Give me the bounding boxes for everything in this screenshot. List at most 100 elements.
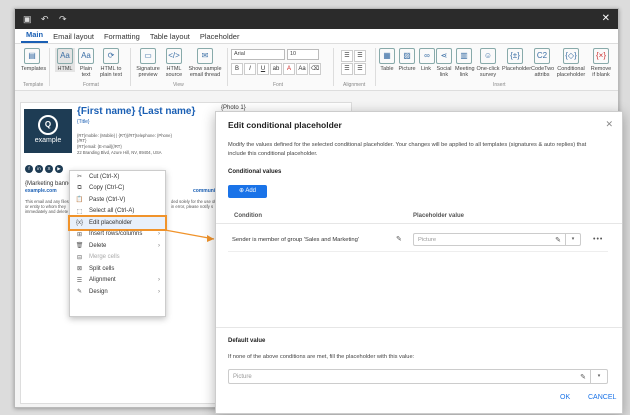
add-condition-button[interactable]: ⊕ Add <box>228 185 267 198</box>
company-logo: Qexample <box>24 109 72 153</box>
picture-button[interactable]: ▨ Picture <box>398 48 416 72</box>
bold-button[interactable]: B <box>231 63 243 75</box>
title-placeholder[interactable]: {Title} <box>77 119 90 125</box>
menu-item-alignment[interactable]: ☰ Alignment › <box>70 275 165 287</box>
share-icon: ⋖ <box>436 48 452 64</box>
menu-item-insert-rows[interactable]: ⊞ Insert rows/columns › <box>70 229 165 241</box>
close-window-button[interactable]: ✕ <box>602 13 610 24</box>
close-icon[interactable]: ✕ <box>605 119 613 130</box>
justify-button[interactable]: ☰ <box>354 63 366 75</box>
value-column-header: Placeholder value <box>413 213 465 219</box>
menu-item-paste[interactable]: 📋 Paste (Ctrl-V) <box>70 194 165 206</box>
signature-preview-button[interactable]: ▭ Signature preview <box>135 48 161 78</box>
ok-button[interactable]: OK <box>560 394 570 401</box>
condition-column-header: Condition <box>234 213 262 219</box>
plain-text-icon: Aa <box>78 48 94 64</box>
table-button[interactable]: ▦ Table <box>379 48 395 72</box>
font-size-select[interactable]: 10 <box>287 49 319 60</box>
font-color-button[interactable]: A <box>283 63 295 75</box>
italic-button[interactable]: I <box>244 63 256 75</box>
email-thread-icon: ✉ <box>197 48 213 64</box>
alignment-icon: ☰ <box>76 277 83 284</box>
more-options-icon[interactable]: ••• <box>593 236 603 243</box>
edit-default-icon[interactable]: ✎ <box>580 370 586 385</box>
paste-icon: 📋 <box>75 197 84 204</box>
context-menu: ✂ Cut (Ctrl-X) ⧉ Copy (Ctrl-C) 📋 Paste (Ctr… <box>68 170 167 317</box>
placeholder-value-field[interactable]: Picture ✎ ▾ <box>413 233 581 246</box>
remove-if-blank-button[interactable]: {×} Remove if blank <box>589 48 613 78</box>
split-icon: ⊠ <box>76 266 83 273</box>
edit-value-icon[interactable]: ✎ <box>555 234 561 247</box>
plain-text-button[interactable]: Aa Plain text <box>77 48 95 78</box>
site-link[interactable]: example.com <box>25 189 57 194</box>
survey-button[interactable]: ☺ One-click survey <box>476 48 500 78</box>
chevron-down-icon[interactable]: ▾ <box>565 234 580 245</box>
strikethrough-button[interactable]: ab <box>270 63 282 75</box>
address-line[interactable]: 22 Branding Blvd, Azure Hill, NV, 89404,… <box>77 150 162 155</box>
conditional-icon: {◇} <box>563 48 579 64</box>
menu-item-edit-placeholder[interactable]: {x} Edit placeholder <box>68 215 167 231</box>
menu-item-delete[interactable]: 🗑 Delete › <box>70 240 165 252</box>
edit-condition-icon[interactable]: ✎ <box>396 235 402 243</box>
show-sample-button[interactable]: ✉ Show sample email thread <box>187 48 223 78</box>
html-icon: Aa <box>57 48 73 64</box>
delete-icon: 🗑 <box>75 243 84 250</box>
link-button[interactable]: ∞ Link <box>419 48 435 72</box>
title-bar: ▣ ↶ ↷ ✕ <box>15 9 618 29</box>
html-button[interactable]: Aa HTML <box>55 48 75 72</box>
chevron-down-icon[interactable]: ▾ <box>590 370 607 383</box>
linkedin-icon[interactable]: in <box>35 165 43 173</box>
name-placeholder[interactable]: {First name} {Last name} <box>77 106 195 117</box>
conditional-placeholder-button[interactable]: {◇} Conditional placeholder <box>556 48 586 78</box>
youtube-icon[interactable]: ▶ <box>55 165 63 173</box>
phone-line-end[interactable]: {/RT} <box>77 138 86 143</box>
group-format: Format <box>83 82 99 88</box>
phone-line[interactable]: {RT}mobile: {Mobile} | {RT}{/RT}telephon… <box>77 133 172 138</box>
menu-item-select-all[interactable]: ⬚ Select all (Ctrl-A) <box>70 206 165 218</box>
social-link-button[interactable]: ⋖ Social link <box>436 48 452 78</box>
default-value-description: If none of the above conditions are met,… <box>228 354 415 360</box>
undo-icon[interactable]: ↶ <box>41 14 51 24</box>
calendar-icon: ▥ <box>456 48 472 64</box>
codetwo-attribs-button[interactable]: C2 CodeTwo attribs <box>531 48 554 78</box>
menu-item-copy[interactable]: ⧉ Copy (Ctrl-C) <box>70 183 165 195</box>
tab-email-layout[interactable]: Email layout <box>48 32 99 43</box>
redo-icon[interactable]: ↷ <box>59 14 69 24</box>
survey-icon: ☺ <box>480 48 496 64</box>
align-left-button[interactable]: ☰ <box>341 50 353 62</box>
html-source-button[interactable]: </> HTML source <box>163 48 185 78</box>
align-center-button[interactable]: ☰ <box>341 63 353 75</box>
cancel-button[interactable]: CANCEL <box>588 394 616 401</box>
tab-main[interactable]: Main <box>21 30 49 43</box>
html-to-plain-button[interactable]: ⟳ HTML to plain text <box>98 48 124 78</box>
chevron-right-icon: › <box>158 288 160 295</box>
facebook-icon[interactable]: f <box>25 165 33 173</box>
placeholder-button[interactable]: {±} Placeholder <box>502 48 531 72</box>
dialog-title: Edit conditional placeholder <box>228 120 342 130</box>
ribbon: ▤ Templates Aa HTML Aa Plain text ⟳ HTML to … <box>15 44 618 91</box>
placeholder-icon: {±} <box>507 48 523 64</box>
menu-item-cut[interactable]: ✂ Cut (Ctrl-X) <box>70 171 165 183</box>
align-right-button[interactable]: ☰ <box>354 50 366 62</box>
group-alignment: Alignment <box>343 82 366 88</box>
save-icon[interactable]: ▣ <box>23 14 33 24</box>
condition-text: Sender is member of group 'Sales and Mar… <box>232 237 359 243</box>
underline-button[interactable]: U <box>257 63 269 75</box>
chevron-right-icon: › <box>158 242 160 249</box>
menu-item-split-cells[interactable]: ⊠ Split cells <box>70 263 165 275</box>
tab-formatting[interactable]: Formatting <box>99 32 145 43</box>
tab-placeholder[interactable]: Placeholder <box>195 32 245 43</box>
x-icon[interactable]: X <box>45 165 53 173</box>
email-line[interactable]: {RT}email: {E-mail}{/RT} <box>77 144 122 149</box>
clear-format-button[interactable]: ⌫ <box>309 63 321 75</box>
highlight-button[interactable]: Aa <box>296 63 308 75</box>
edit-conditional-placeholder-dialog: Edit conditional placeholder ✕ Modify th… <box>215 111 623 414</box>
default-value-field[interactable]: Picture ✎ ▾ <box>228 369 608 384</box>
tab-table-layout[interactable]: Table layout <box>145 32 195 43</box>
condition-row: Sender is member of group 'Sales and Mar… <box>228 229 608 252</box>
dialog-description: Modify the values defined for the select… <box>228 142 587 157</box>
templates-button[interactable]: ▤ Templates <box>21 48 46 72</box>
font-family-select[interactable]: Arial <box>231 49 285 60</box>
menu-item-design[interactable]: ✎ Design › <box>70 286 165 298</box>
meeting-link-button[interactable]: ▥ Meeting link <box>455 48 475 78</box>
